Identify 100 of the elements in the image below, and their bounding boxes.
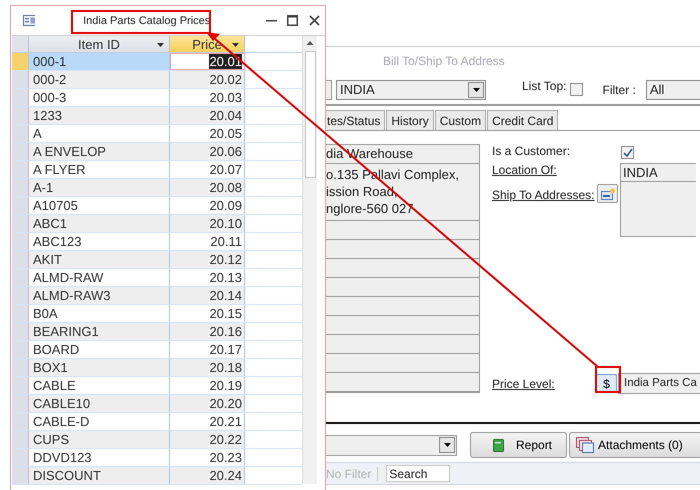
row-selector[interactable] bbox=[12, 323, 29, 340]
attachments-icon bbox=[576, 437, 594, 453]
table-cell: 20.09 bbox=[170, 197, 245, 214]
table-cell: ABC123 bbox=[29, 233, 170, 250]
table-cell: ABC1 bbox=[29, 215, 170, 232]
table-cell: 20.15 bbox=[170, 305, 245, 322]
table-cell: ALMD-RAW3 bbox=[29, 287, 170, 304]
address-card-icon bbox=[600, 188, 614, 200]
row-selector[interactable] bbox=[12, 197, 29, 214]
row-selector[interactable] bbox=[12, 305, 29, 322]
table-cell: 20.05 bbox=[170, 125, 245, 142]
ship-to-list[interactable] bbox=[620, 182, 696, 237]
location-of-label: Location Of: bbox=[492, 163, 558, 179]
table-cell: 20.21 bbox=[170, 413, 245, 430]
report-button[interactable]: Report bbox=[470, 432, 568, 458]
filter-field[interactable]: All bbox=[646, 80, 700, 100]
table-cell: A10705 bbox=[29, 197, 170, 214]
list-top-checkbox[interactable] bbox=[570, 83, 584, 96]
table-cell: BEARING1 bbox=[29, 323, 170, 340]
tab[interactable]: Custom bbox=[434, 110, 486, 130]
window-title: India Parts Catalog Prices bbox=[83, 14, 210, 26]
row-selector[interactable] bbox=[12, 449, 29, 466]
table-cell: 20.10 bbox=[170, 215, 245, 232]
table-cell: BOARD bbox=[29, 341, 170, 358]
table-cell: B0A bbox=[29, 305, 170, 322]
table-cell: 000-1 bbox=[29, 53, 170, 70]
is-customer-checkbox[interactable] bbox=[621, 146, 634, 159]
row-selector[interactable] bbox=[12, 359, 29, 376]
scrollbar[interactable] bbox=[302, 36, 317, 484]
row-selector[interactable] bbox=[12, 287, 29, 304]
column-header[interactable]: Item ID bbox=[29, 36, 170, 52]
table-cell: 20.13 bbox=[170, 269, 245, 286]
table-cell: 20.17 bbox=[170, 341, 245, 358]
table-cell: CABLE-D bbox=[29, 413, 170, 430]
table-cell: DDVD123 bbox=[29, 449, 170, 466]
table-cell: 20.14 bbox=[170, 287, 245, 304]
table-cell: 20.02 bbox=[170, 71, 245, 88]
tab[interactable]: History bbox=[386, 110, 434, 130]
table-cell: AKIT bbox=[29, 251, 170, 268]
table-cell: 20.18 bbox=[170, 359, 245, 376]
price-level-label: Price Level: bbox=[492, 376, 556, 390]
dropdown-icon[interactable] bbox=[439, 437, 455, 453]
list-top-label: List Top: bbox=[522, 79, 566, 93]
table-cell: 20.11 bbox=[170, 233, 245, 250]
row-selector[interactable] bbox=[12, 467, 29, 484]
tab[interactable]: Credit Card bbox=[487, 110, 558, 130]
column-header[interactable]: Price bbox=[170, 36, 245, 52]
new-address-button[interactable] bbox=[597, 184, 618, 203]
scroll-thumb[interactable] bbox=[304, 51, 316, 178]
table-cell: 20.01 bbox=[170, 53, 245, 70]
table-cell: 000-2 bbox=[29, 71, 170, 88]
table-cell: CUPS bbox=[29, 431, 170, 448]
table-cell: CABLE10 bbox=[29, 395, 170, 412]
dropdown-icon[interactable] bbox=[157, 43, 164, 47]
section-title: Bill To/Ship To Address bbox=[383, 54, 505, 68]
attachments-button[interactable]: Attachments (0) bbox=[569, 432, 700, 458]
table-cell: 20.19 bbox=[170, 377, 245, 394]
table-cell: A FLYER bbox=[29, 161, 170, 178]
table-cell: 20.07 bbox=[170, 161, 245, 178]
is-customer-label: Is a Customer: bbox=[492, 144, 572, 160]
table-cell: 20.22 bbox=[170, 431, 245, 448]
row-selector[interactable] bbox=[12, 89, 29, 106]
row-selector[interactable] bbox=[12, 215, 29, 232]
row-selector[interactable] bbox=[12, 413, 29, 430]
table-cell: ALMD-RAW bbox=[29, 269, 170, 286]
row-selector[interactable] bbox=[12, 71, 29, 88]
table-cell: 000-3 bbox=[29, 89, 170, 106]
table-cell: 20.06 bbox=[170, 143, 245, 160]
search-field[interactable]: Search bbox=[386, 465, 450, 482]
location-of-field[interactable]: INDIA bbox=[620, 163, 696, 182]
table-cell: 20.16 bbox=[170, 323, 245, 340]
row-selector[interactable] bbox=[12, 53, 29, 70]
highlight-frame bbox=[595, 366, 621, 393]
row-selector[interactable] bbox=[12, 125, 29, 142]
table-cell: 20.20 bbox=[170, 395, 245, 412]
table-cell: A ENVELOP bbox=[29, 143, 170, 160]
row-selector[interactable] bbox=[12, 233, 29, 250]
table-cell: CABLE bbox=[29, 377, 170, 394]
table-cell: A bbox=[29, 125, 170, 142]
row-selector[interactable] bbox=[12, 179, 29, 196]
row-selector[interactable] bbox=[12, 251, 29, 268]
row-selector[interactable] bbox=[12, 431, 29, 448]
table-cell: DISCOUNT bbox=[29, 467, 170, 484]
price-level-field[interactable]: India Parts Ca bbox=[618, 373, 700, 394]
table-cell: 20.08 bbox=[170, 179, 245, 196]
table-cell: 20.23 bbox=[170, 449, 245, 466]
row-selector[interactable] bbox=[12, 143, 29, 160]
row-selector[interactable] bbox=[12, 395, 29, 412]
row-selector[interactable] bbox=[12, 377, 29, 394]
row-selector[interactable] bbox=[12, 161, 29, 178]
row-selector[interactable] bbox=[12, 341, 29, 358]
table-cell: 1233 bbox=[29, 107, 170, 124]
table-cell: A-1 bbox=[29, 179, 170, 196]
dropdown-icon[interactable] bbox=[232, 43, 239, 47]
dropdown-icon[interactable] bbox=[468, 82, 484, 98]
location-combo[interactable]: INDIA bbox=[336, 80, 486, 100]
row-selector[interactable] bbox=[12, 107, 29, 124]
select-all-corner[interactable] bbox=[12, 36, 29, 52]
table-cell: 20.03 bbox=[170, 89, 245, 106]
row-selector[interactable] bbox=[12, 269, 29, 286]
